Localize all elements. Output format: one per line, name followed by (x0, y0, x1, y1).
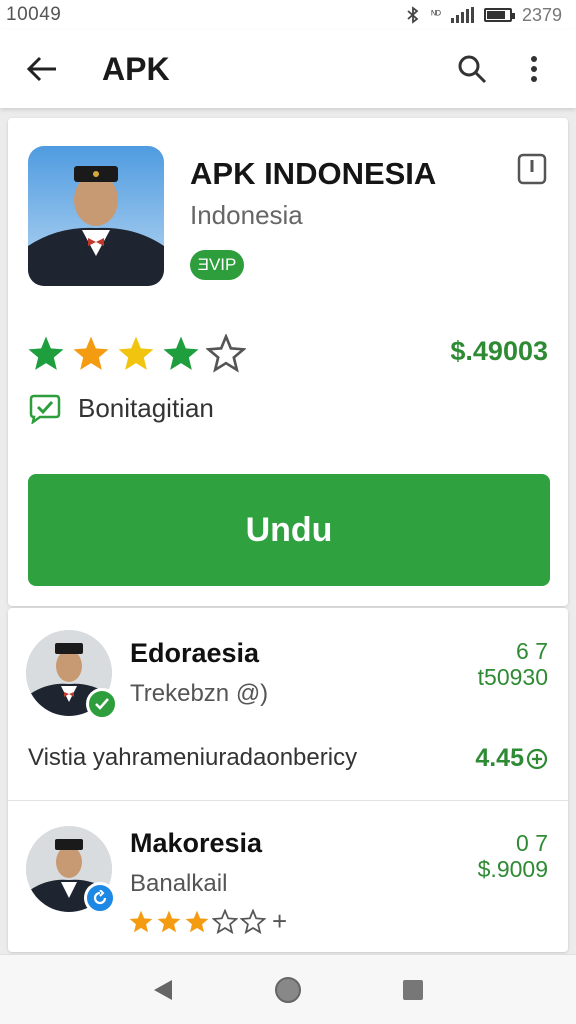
star-filled-icon (118, 336, 154, 370)
star-empty-icon (206, 334, 246, 373)
app-price: $.49003 (450, 336, 548, 366)
back-arrow-icon (26, 56, 56, 82)
item-subtitle: Banalkail (130, 870, 228, 897)
verified-check-icon (29, 394, 61, 424)
item-name: Edoraesia (130, 638, 260, 668)
download-button[interactable]: Undu (28, 474, 550, 586)
status-bar: 10049 ᴺᴰ 2379 (0, 0, 576, 30)
star-filled-icon (28, 336, 64, 370)
nav-home-button[interactable] (268, 970, 308, 1010)
status-icons: ᴺᴰ 2379 (405, 5, 562, 26)
divider (8, 800, 568, 801)
item-subtitle: Trekebzn @) (130, 680, 269, 707)
star-filled-icon (185, 910, 209, 932)
star-filled-icon (129, 910, 153, 932)
item-description: Vistia yahrameniuradaonbericy (28, 744, 358, 771)
rating-stars (26, 334, 246, 374)
sync-status (84, 882, 116, 914)
rating-plus: + (272, 906, 288, 936)
verified-status (86, 688, 118, 720)
verified-label: Bonitagitian (78, 392, 214, 423)
nav-back-icon (153, 979, 172, 1000)
network-label: ᴺᴰ (431, 9, 441, 21)
nav-back-button[interactable] (143, 970, 183, 1010)
nav-recents-button[interactable] (393, 970, 433, 1010)
item-rating: + (128, 906, 287, 937)
item-price: t50930 (477, 664, 548, 690)
star-empty-icon (240, 908, 266, 934)
add-circle-icon[interactable] (526, 748, 548, 770)
search-icon (458, 55, 487, 84)
app-detail-card: APK INDONESIA Indonesia ƎVIP $.49003 Bon… (8, 118, 568, 606)
item-score: 4.45 (475, 744, 548, 773)
search-button[interactable] (450, 47, 494, 91)
list-item[interactable]: Edoraesia Trekebzn @) 6 7 t50930 Vistia … (8, 608, 568, 800)
item-name: Makoresia (130, 828, 263, 858)
verified-row: Bonitagitian (28, 392, 214, 424)
item-count: 6 7 (516, 638, 548, 664)
refresh-icon (93, 890, 107, 905)
more-button[interactable] (512, 47, 556, 91)
battery-text: 2379 (521, 4, 562, 25)
list-item[interactable]: Makoresia Banalkail 0 7 $.9009 + (8, 804, 568, 952)
nav-home-icon (274, 976, 301, 1003)
bluetooth-icon (407, 6, 419, 24)
star-filled-icon (157, 910, 181, 932)
app-subtitle: Indonesia (190, 200, 303, 230)
bookmark-button[interactable] (516, 152, 548, 188)
back-button[interactable] (20, 47, 64, 91)
check-icon (95, 698, 109, 710)
signal-icon (450, 7, 474, 23)
star-filled-icon (73, 336, 109, 370)
nav-recents-icon (403, 979, 424, 1000)
item-price: $.9009 (477, 856, 548, 882)
status-time: 10049 (6, 4, 62, 25)
app-icon[interactable] (28, 146, 164, 286)
item-score-value: 4.45 (475, 744, 524, 772)
app-bar: APK (0, 30, 576, 108)
more-vert-icon (531, 56, 537, 82)
app-title: APK INDONESIA (190, 156, 437, 191)
battery-icon (483, 8, 515, 22)
vip-badge: ƎVIP (190, 250, 244, 280)
page-title: APK (102, 50, 170, 87)
system-nav-bar (0, 954, 576, 1024)
bookmark-icon (517, 153, 547, 185)
related-apps-list: Edoraesia Trekebzn @) 6 7 t50930 Vistia … (8, 608, 568, 952)
star-filled-icon (163, 336, 199, 370)
item-count: 0 7 (516, 830, 548, 856)
star-empty-icon (212, 908, 238, 934)
